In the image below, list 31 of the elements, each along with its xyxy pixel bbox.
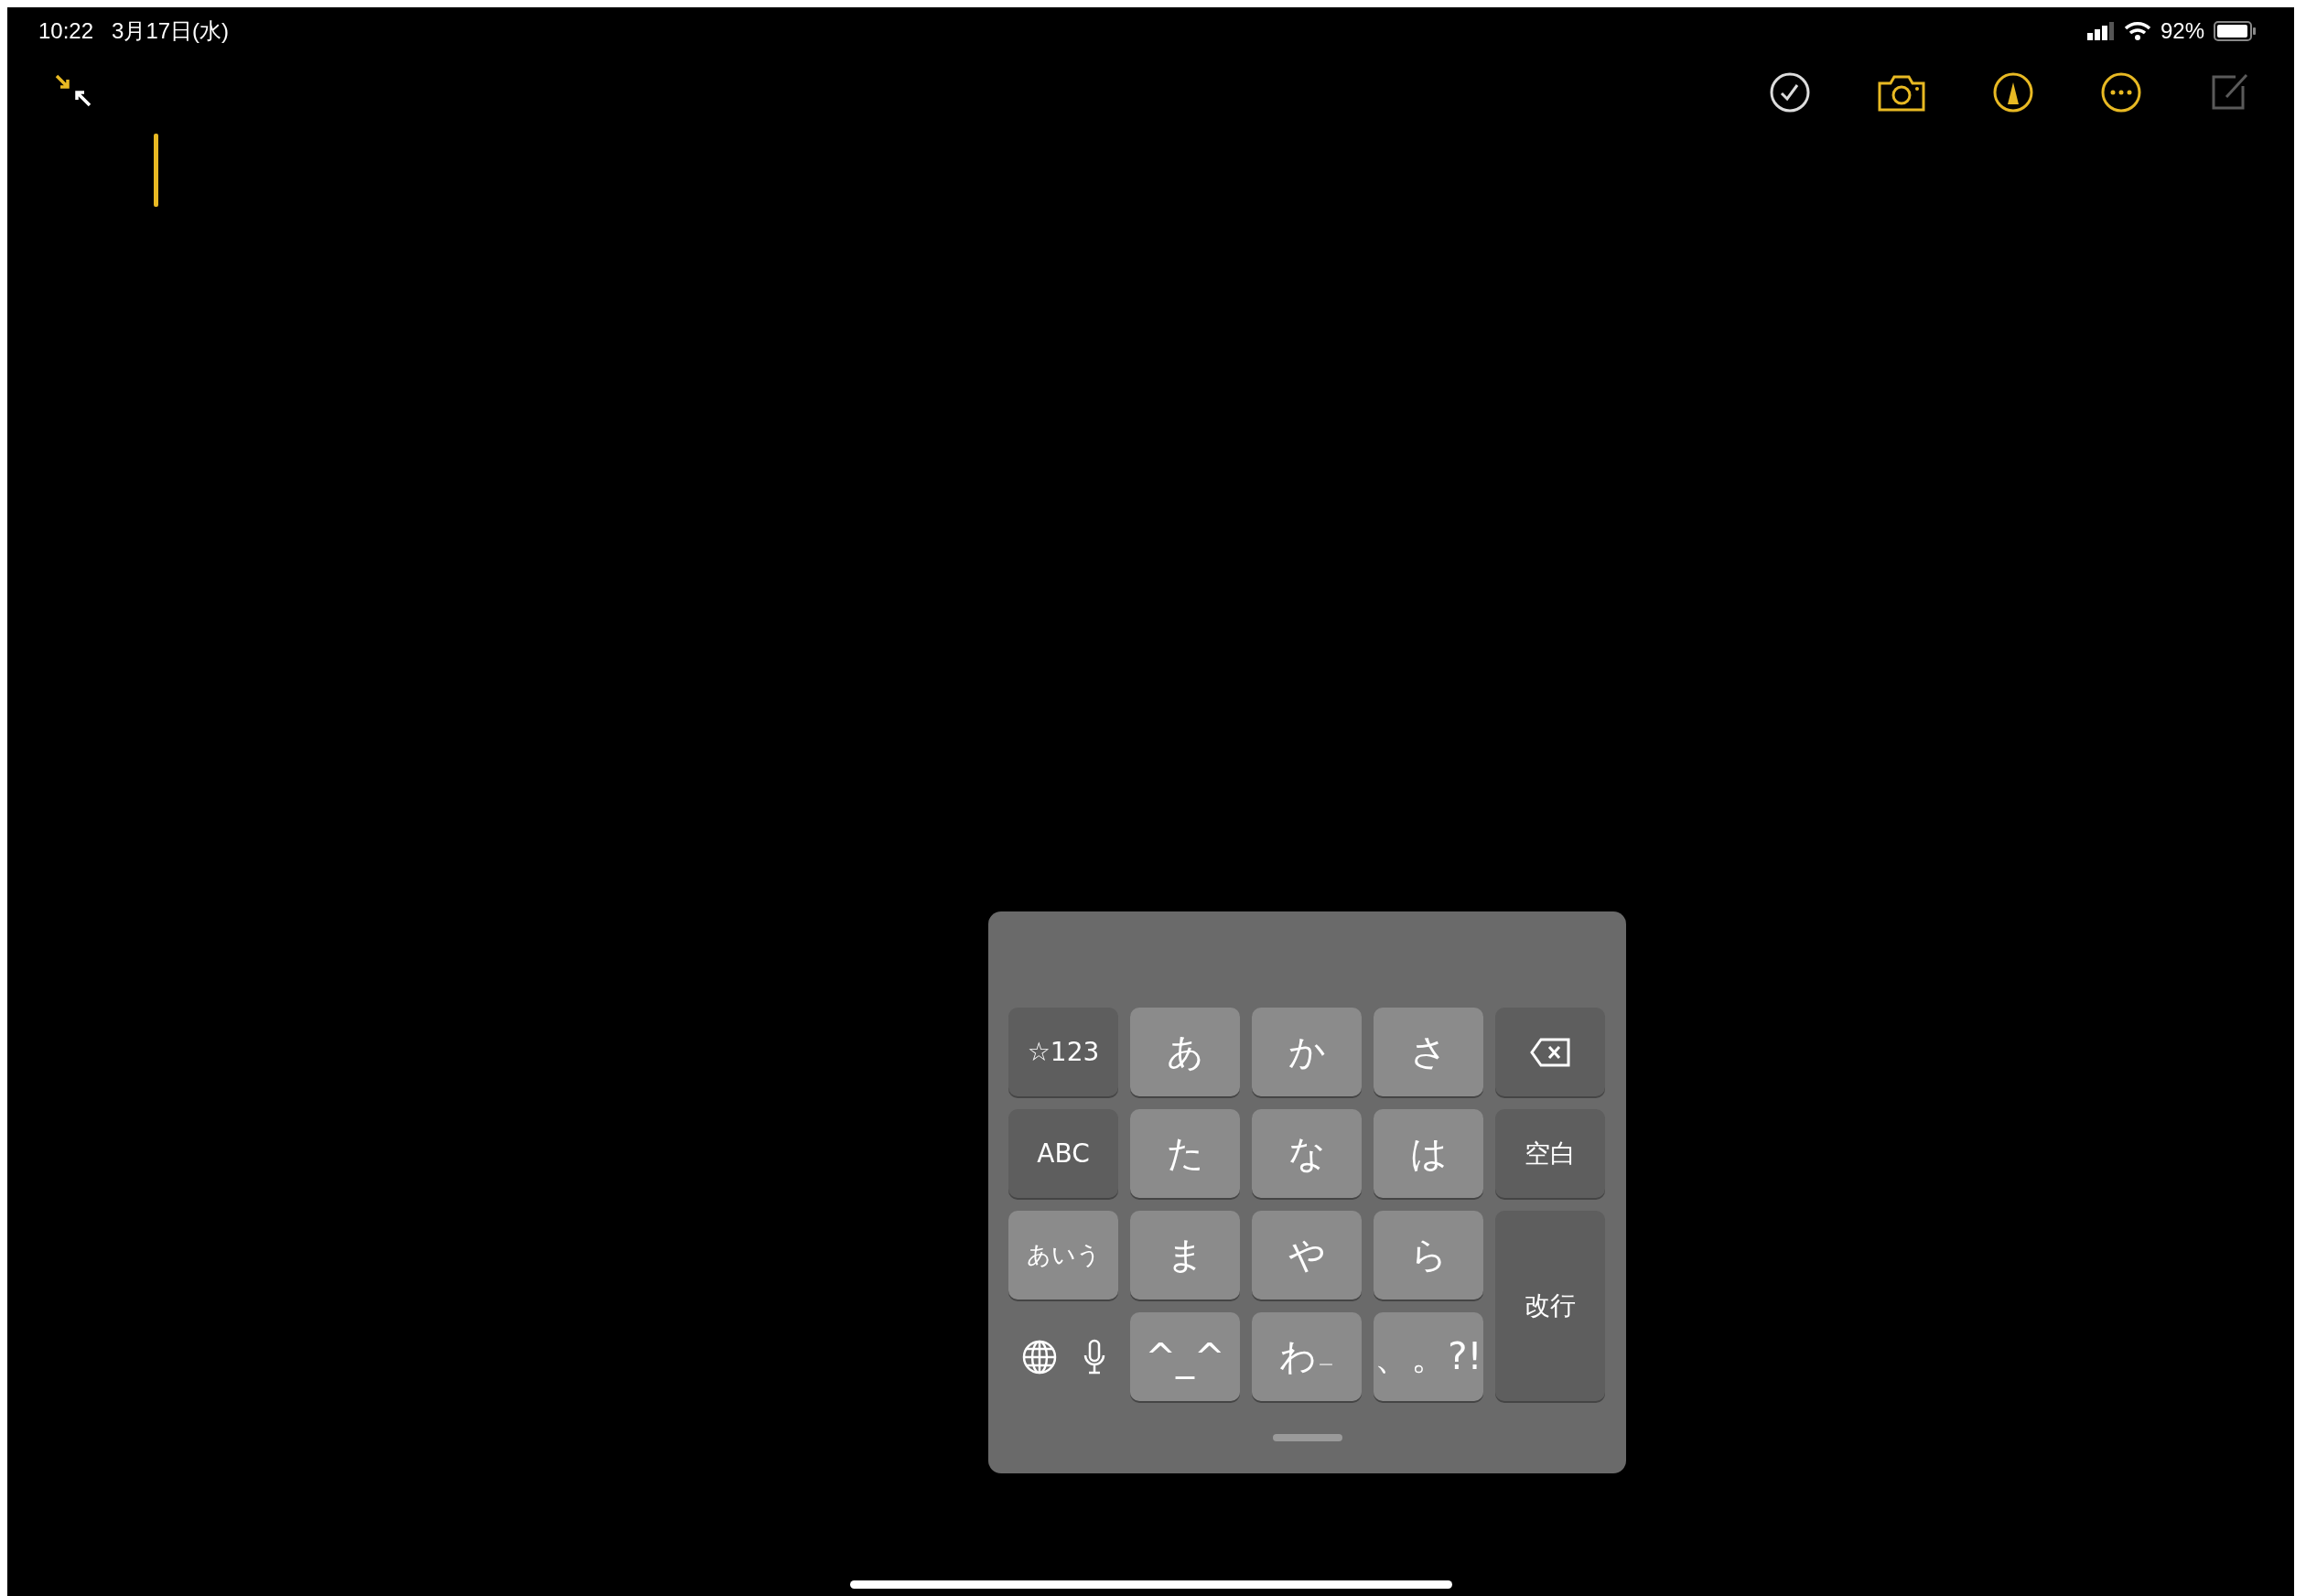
status-date: 3月17日(水) [112, 17, 230, 45]
kana-key[interactable]: 、。?! [1374, 1312, 1483, 1401]
mode-key[interactable]: ABC [1008, 1109, 1118, 1198]
collapse-icon[interactable] [53, 72, 93, 109]
checklist-icon[interactable] [1769, 71, 1811, 113]
more-icon[interactable] [2100, 71, 2142, 113]
battery-icon [2214, 21, 2258, 41]
kana-key[interactable]: や [1252, 1211, 1362, 1299]
delete-icon [1530, 1037, 1570, 1067]
status-time: 10:22 [38, 18, 94, 44]
space-key[interactable]: 空白 [1495, 1109, 1605, 1198]
wifi-icon [2123, 21, 2151, 41]
return-key[interactable]: 改行 [1495, 1211, 1605, 1401]
keyboard-handle[interactable] [1272, 1433, 1342, 1441]
kana-key[interactable]: か [1252, 1008, 1362, 1096]
pen-tip-icon[interactable] [1992, 71, 2034, 113]
signal-icon [2086, 22, 2115, 40]
kana-key[interactable]: た [1130, 1109, 1240, 1198]
kana-key[interactable]: さ [1374, 1008, 1483, 1096]
kana-key[interactable]: ま [1130, 1211, 1240, 1299]
mode-key[interactable]: ☆123 [1008, 1008, 1118, 1096]
delete-key[interactable] [1495, 1008, 1605, 1096]
globe-icon[interactable] [1020, 1338, 1058, 1375]
kana-key[interactable]: は [1374, 1109, 1483, 1198]
kana-key[interactable]: あ [1130, 1008, 1240, 1096]
battery-percent: 92% [2160, 18, 2204, 44]
kana-key[interactable]: ら [1374, 1211, 1483, 1299]
microphone-icon[interactable] [1082, 1338, 1106, 1375]
kana-key[interactable]: な [1252, 1109, 1362, 1198]
kana-key[interactable]: ^_^ [1130, 1312, 1240, 1401]
mode-key[interactable]: あいう [1008, 1211, 1118, 1299]
